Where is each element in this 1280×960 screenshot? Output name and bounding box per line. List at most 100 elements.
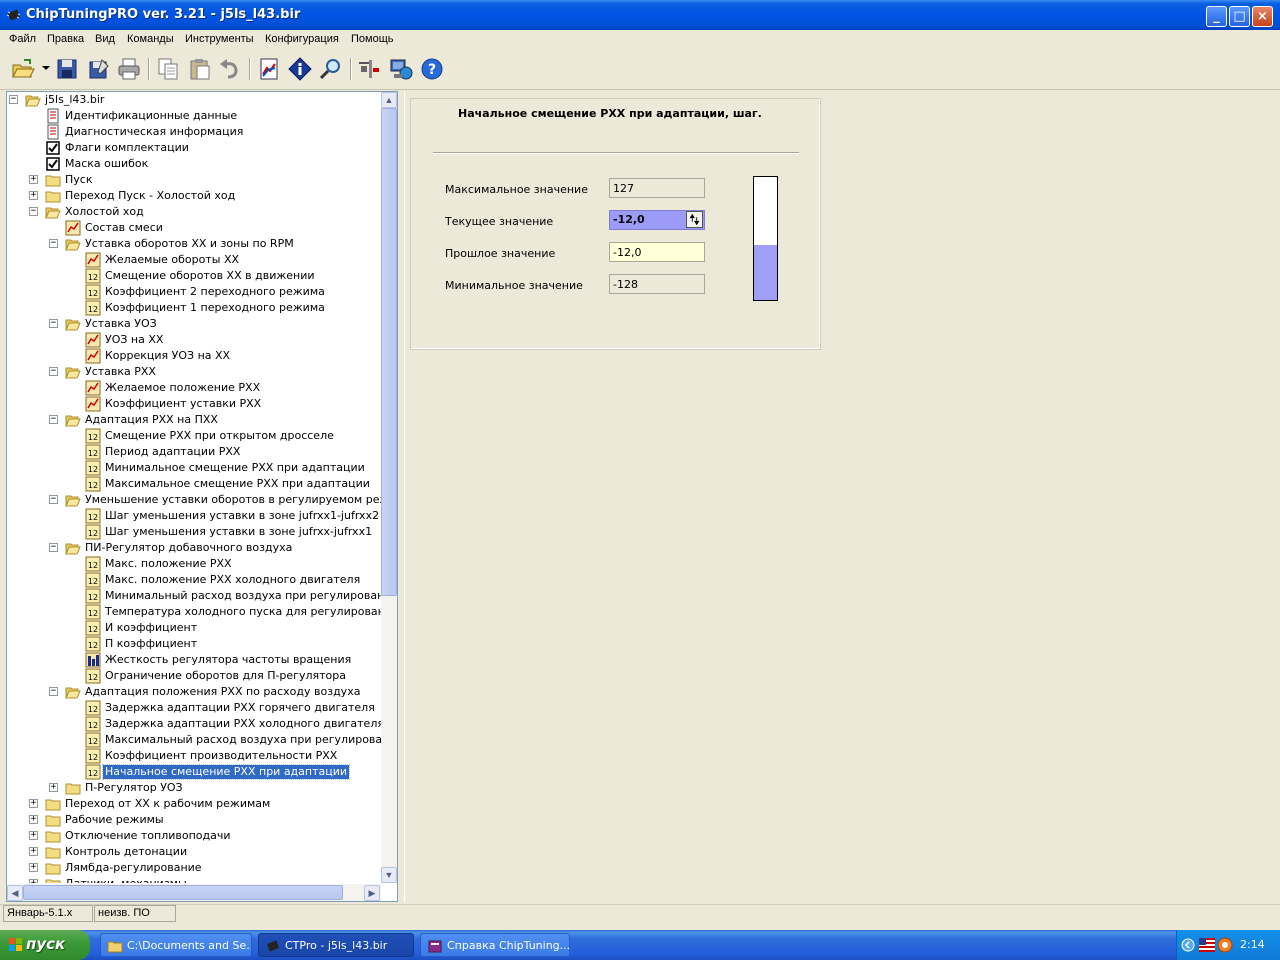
help-button[interactable]: ? (419, 56, 445, 82)
open-button[interactable] (10, 56, 36, 82)
start-button[interactable]: пуск (0, 930, 90, 960)
expand-icon[interactable]: + (29, 847, 38, 856)
tree-item[interactable]: − Уставка УОЗ (47, 316, 381, 332)
undo-button[interactable] (217, 56, 243, 82)
collapse-icon[interactable]: − (49, 239, 58, 248)
maximize-button[interactable]: □ (1229, 6, 1250, 27)
menu-tools[interactable]: Инструменты (185, 33, 254, 45)
task-ctpro[interactable]: CTPro - j5ls_l43.bir (258, 933, 414, 957)
tree-item[interactable]: + Рабочие режимы (27, 812, 381, 828)
save-button[interactable] (54, 56, 80, 82)
tree-item[interactable]: − Холостой ход (27, 204, 381, 220)
scroll-thumb-horizontal[interactable] (23, 885, 343, 900)
collapse-icon[interactable]: − (49, 319, 58, 328)
task-help[interactable]: Справка ChipTuning... (420, 933, 570, 957)
scroll-right-button[interactable]: ▶ (364, 885, 380, 901)
expand-icon[interactable]: + (29, 879, 38, 883)
expand-icon[interactable]: + (29, 175, 38, 184)
tree-item[interactable]: 12 Максимальный расход воздуха при регули… (67, 732, 381, 748)
tree-item[interactable]: 12 Смещение оборотов ХХ в движении (67, 268, 381, 284)
compare-button[interactable] (256, 56, 282, 82)
collapse-icon[interactable]: − (49, 495, 58, 504)
tree-item[interactable]: + Отключение топливоподачи (27, 828, 381, 844)
tray-expand-icon[interactable] (1181, 938, 1195, 952)
tree-item[interactable]: 12 Ограничение оборотов для П-регулятора (67, 668, 381, 684)
scroll-up-button[interactable]: ▲ (381, 92, 397, 108)
tray-app-icon[interactable] (1217, 937, 1233, 953)
open-dropdown-arrow[interactable] (42, 66, 50, 70)
tree-item[interactable]: Коррекция УОЗ на ХХ (67, 348, 381, 364)
tree-item[interactable]: − Уставка РХХ (47, 364, 381, 380)
collapse-icon[interactable]: − (49, 367, 58, 376)
tree-item[interactable]: Состав смеси (47, 220, 381, 236)
menu-commands[interactable]: Команды (127, 33, 174, 45)
tree-item[interactable]: Желаемые обороты ХХ (67, 252, 381, 268)
expand-icon[interactable]: + (29, 799, 38, 808)
tree-item[interactable]: + П-Регулятор УОЗ (47, 780, 381, 796)
collapse-icon[interactable]: − (29, 207, 38, 216)
tree-item[interactable]: 12 Смещение РХХ при открытом дросселе (67, 428, 381, 444)
menu-help[interactable]: Помощь (351, 33, 394, 45)
connect-button[interactable] (388, 56, 414, 82)
menu-file[interactable]: Файл (9, 33, 36, 45)
expand-icon[interactable]: + (49, 783, 58, 792)
tree-item[interactable]: 12 Начальное смещение РХХ при адаптации (67, 764, 381, 780)
tree-item[interactable]: 12 Минимальный расход воздуха при регулир… (67, 588, 381, 604)
copy-button[interactable] (155, 56, 181, 82)
expand-icon[interactable]: + (29, 815, 38, 824)
menu-edit[interactable]: Правка (47, 33, 84, 45)
tree-item[interactable]: 12 Макс. положение РХХ (67, 556, 381, 572)
tree-item[interactable]: + Датчики, механизмы (27, 876, 381, 883)
tree-item[interactable]: + Контроль детонации (27, 844, 381, 860)
print-button[interactable] (116, 56, 142, 82)
minimize-button[interactable]: _ (1206, 6, 1227, 27)
menu-config[interactable]: Конфигурация (265, 33, 339, 45)
collapse-icon[interactable]: − (49, 543, 58, 552)
tree-item[interactable]: − Адаптация РХХ на ПХХ (47, 412, 381, 428)
tree-item[interactable]: 12 Температура холодного пуска для регули… (67, 604, 381, 620)
search-button[interactable] (318, 56, 344, 82)
tree-item[interactable]: Флаги комплектации (27, 140, 381, 156)
save-as-button[interactable] (86, 56, 112, 82)
tree-item[interactable]: 12 И коэффициент (67, 620, 381, 636)
tree-item[interactable]: 12 Шаг уменьшения уставки в зоне jufrxx-j… (67, 524, 381, 540)
tree-item[interactable]: 12 П коэффициент (67, 636, 381, 652)
tree-item[interactable]: УОЗ на ХХ (67, 332, 381, 348)
tree-item[interactable]: − j5ls_l43.bir (7, 92, 381, 108)
tree-item[interactable]: Идентификационные данные (27, 108, 381, 124)
language-flag-icon[interactable] (1199, 938, 1215, 952)
info-button[interactable] (287, 56, 313, 82)
tree-item[interactable]: 12 Коэффициент 1 переходного режима (67, 300, 381, 316)
tree-item[interactable]: + Пуск (27, 172, 381, 188)
tree-item[interactable]: Жесткость регулятора частоты вращения (67, 652, 381, 668)
tree-item[interactable]: 12 Минимальное смещение РХХ при адаптации (67, 460, 381, 476)
tree-item[interactable]: Желаемое положение РХХ (67, 380, 381, 396)
expand-icon[interactable]: + (29, 831, 38, 840)
tree-item[interactable]: − Уменьшение уставки оборотов в регулируе… (47, 492, 381, 508)
scroll-left-button[interactable]: ◀ (7, 885, 23, 901)
tree-item[interactable]: − Уставка оборотов ХХ и зоны по RPM (47, 236, 381, 252)
tree-item[interactable]: + Переход Пуск - Холостой ход (27, 188, 381, 204)
close-button[interactable]: × (1252, 6, 1273, 27)
tree-item[interactable]: Диагностическая информация (27, 124, 381, 140)
tree-item[interactable]: Маска ошибок (27, 156, 381, 172)
tree-item[interactable]: 12 Коэффициент производительности РХХ (67, 748, 381, 764)
tree-item[interactable]: 12 Шаг уменьшения уставки в зоне jufrxx1-… (67, 508, 381, 524)
scroll-down-button[interactable]: ▼ (381, 867, 397, 883)
tree-item[interactable]: 12 Период адаптации РХХ (67, 444, 381, 460)
tree-item[interactable]: 12 Максимальное смещение РХХ при адаптаци… (67, 476, 381, 492)
expand-icon[interactable]: + (29, 863, 38, 872)
tree-item[interactable]: − Адаптация положения РХХ по расходу возд… (47, 684, 381, 700)
tree-item[interactable]: 12 Задержка адаптации РХХ горячего двигат… (67, 700, 381, 716)
tree-item[interactable]: 12 Коэффициент 2 переходного режима (67, 284, 381, 300)
menu-view[interactable]: Вид (95, 33, 115, 45)
settings-button[interactable] (357, 56, 383, 82)
scroll-thumb-vertical[interactable] (381, 108, 397, 596)
tree-item[interactable]: + Переход от ХХ к рабочим режимам (27, 796, 381, 812)
value-spinner[interactable] (686, 211, 703, 228)
collapse-icon[interactable]: − (9, 95, 18, 104)
expand-icon[interactable]: + (29, 191, 38, 200)
collapse-icon[interactable]: − (49, 687, 58, 696)
paste-button[interactable] (187, 56, 213, 82)
task-explorer[interactable]: C:\Documents and Se... (100, 933, 252, 957)
